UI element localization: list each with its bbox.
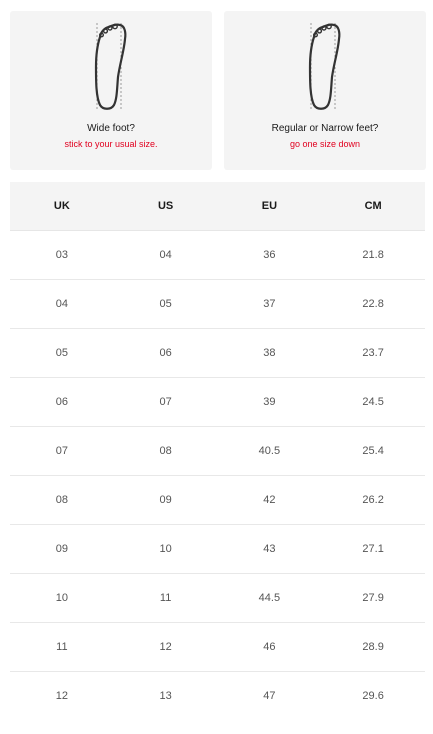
cell-uk: 09: [10, 524, 114, 574]
cell-us: 09: [113, 475, 218, 525]
header-uk: UK: [10, 182, 114, 231]
header-eu: EU: [217, 182, 322, 231]
cell-us: 06: [113, 328, 218, 378]
cell-eu: 47: [263, 690, 276, 702]
cell-us: 08: [113, 426, 218, 476]
table-row: 07 08 40.5 25.4: [10, 426, 425, 476]
cell-us: 07: [113, 377, 218, 427]
cell-cm: 25.4: [321, 426, 425, 476]
cell-eu: 39: [217, 377, 322, 427]
narrow-foot-card: Regular or Narrow feet? go one size down: [224, 11, 426, 170]
table-row: 10 11 44.5 27.9: [10, 573, 425, 623]
header-cm: CM: [321, 182, 425, 231]
foot-outline-icon: [308, 23, 341, 111]
table-row: 08 09 42 26.2: [10, 475, 425, 525]
cell-us: 12: [113, 622, 218, 672]
cell-uk: 03: [10, 230, 114, 280]
cell-eu: 46: [217, 622, 322, 672]
wide-foot-card: Wide foot? stick to your usual size.: [10, 11, 212, 170]
foot-outline-icon: [94, 23, 127, 111]
table-row: 11 12 46 28.9: [10, 622, 425, 672]
cell-us: 10: [113, 524, 218, 574]
cell-us: 04: [113, 230, 218, 280]
cell-eu: 36: [217, 230, 322, 280]
cell-uk: 12: [55, 690, 68, 702]
cell-eu: 40.5: [217, 426, 322, 476]
table-row: 05 06 38 23.7: [10, 328, 425, 378]
cell-cm: 26.2: [321, 475, 425, 525]
narrow-foot-note: go one size down: [289, 139, 361, 149]
table-row: 03 04 36 21.8: [10, 230, 425, 280]
cell-cm: 21.8: [321, 230, 425, 280]
cell-cm: 22.8: [321, 279, 425, 329]
cell-uk: 05: [10, 328, 114, 378]
table-header-row: UK US EU CM: [10, 182, 425, 231]
table-row: 09 10 43 27.1: [10, 524, 425, 574]
cell-cm: 23.7: [321, 328, 425, 378]
cell-uk: 11: [10, 622, 114, 672]
cell-uk: 07: [10, 426, 114, 476]
cell-eu: 37: [217, 279, 322, 329]
cell-uk: 06: [10, 377, 114, 427]
wide-foot-title: Wide foot?: [87, 123, 135, 134]
wide-foot-note: stick to your usual size.: [64, 139, 158, 149]
cell-cm: 24.5: [321, 377, 425, 427]
narrow-foot-title: Regular or Narrow feet?: [271, 123, 379, 134]
size-chart-table: UK US EU CM 03 04 36 21.8 04 05 37 22.8 …: [10, 182, 425, 720]
cell-eu: 38: [217, 328, 322, 378]
cell-eu: 42: [217, 475, 322, 525]
cell-us: 13: [159, 690, 172, 702]
cell-uk: 04: [10, 279, 114, 329]
cell-eu: 44.5: [217, 573, 322, 623]
cell-eu: 43: [217, 524, 322, 574]
header-us: US: [113, 182, 218, 231]
table-row: 06 07 39 24.5: [10, 377, 425, 427]
table-row: 12 13 47 29.6: [10, 672, 425, 721]
cell-uk: 08: [10, 475, 114, 525]
cell-uk: 10: [10, 573, 114, 623]
cell-us: 05: [113, 279, 218, 329]
cell-cm: 29.6: [362, 690, 384, 702]
cell-cm: 28.9: [321, 622, 425, 672]
cell-cm: 27.9: [321, 573, 425, 623]
cell-cm: 27.1: [321, 524, 425, 574]
cell-us: 11: [113, 573, 218, 623]
table-row: 04 05 37 22.8: [10, 279, 425, 329]
fit-tips: Wide foot? stick to your usual size. Reg…: [10, 11, 426, 170]
